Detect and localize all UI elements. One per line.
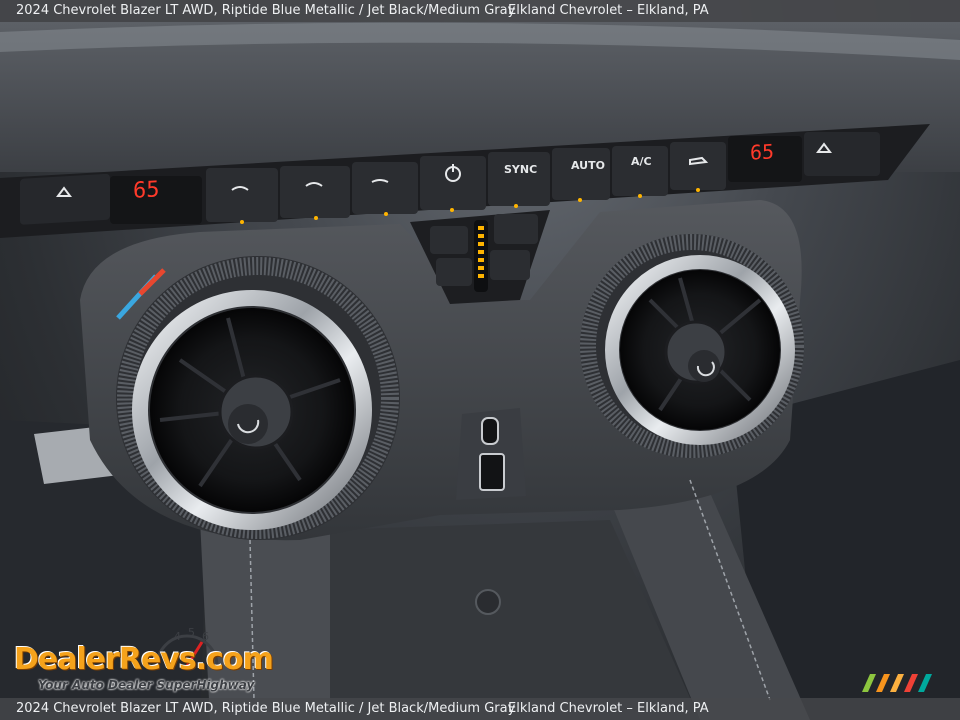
right-seat-heat-button [804, 132, 880, 176]
tray-logo [475, 589, 501, 615]
rear-defrost-button [494, 214, 538, 244]
photo-stage: 65 65 SYNC AUTO A/C 4 5 6 DealerRevs.com… [0, 0, 960, 720]
mode-bilevel-button [280, 166, 350, 218]
mode-face-button [206, 168, 278, 222]
right-air-vent [580, 234, 804, 458]
caption-bar-top: 2024 Chevrolet Blazer LT AWD, Riptide Bl… [0, 0, 960, 22]
color-stripes-logo [862, 674, 932, 692]
left-temp-readout: 65 [133, 177, 160, 204]
left-air-vent [116, 256, 400, 540]
usb-a-port [479, 453, 505, 491]
front-defrost-button [490, 250, 530, 280]
dealerrevs-logo: 4 5 6 DealerRevs.com Your Auto Dealer Su… [12, 626, 274, 698]
fan-down-button [436, 258, 472, 286]
left-seat-heat-button [20, 173, 110, 225]
fan-up-button [430, 226, 468, 254]
gauge-digit-5: 5 [188, 626, 195, 639]
stripe [890, 674, 904, 692]
sync-label[interactable]: SYNC [504, 163, 537, 176]
brand-name: DealerRevs.com [14, 642, 274, 677]
stripe [876, 674, 890, 692]
usb-c-port [481, 417, 499, 445]
stripe [918, 674, 932, 692]
dealer-name: Elkland Chevrolet – Elkland, PA [508, 3, 709, 18]
sync-button [488, 152, 550, 206]
stripe [904, 674, 918, 692]
dashboard-photo [0, 22, 960, 720]
recirc-button [670, 142, 726, 190]
dealer-name-bottom: Elkland Chevrolet – Elkland, PA [508, 701, 709, 716]
caption-bar-bottom: 2024 Chevrolet Blazer LT AWD, Riptide Bl… [0, 698, 960, 720]
mode-floor-button [352, 162, 418, 214]
right-temp-readout: 65 [750, 139, 775, 165]
fan-speed-indicator [474, 220, 488, 292]
vehicle-title-bottom: 2024 Chevrolet Blazer LT AWD, Riptide Bl… [16, 701, 516, 716]
auto-label[interactable]: AUTO [571, 159, 605, 172]
stripe [862, 674, 876, 692]
ac-button [612, 146, 668, 196]
ac-label[interactable]: A/C [631, 155, 652, 168]
auto-button [552, 148, 610, 200]
brand-tagline: Your Auto Dealer SuperHighway [38, 678, 255, 692]
vehicle-title: 2024 Chevrolet Blazer LT AWD, Riptide Bl… [16, 3, 516, 18]
